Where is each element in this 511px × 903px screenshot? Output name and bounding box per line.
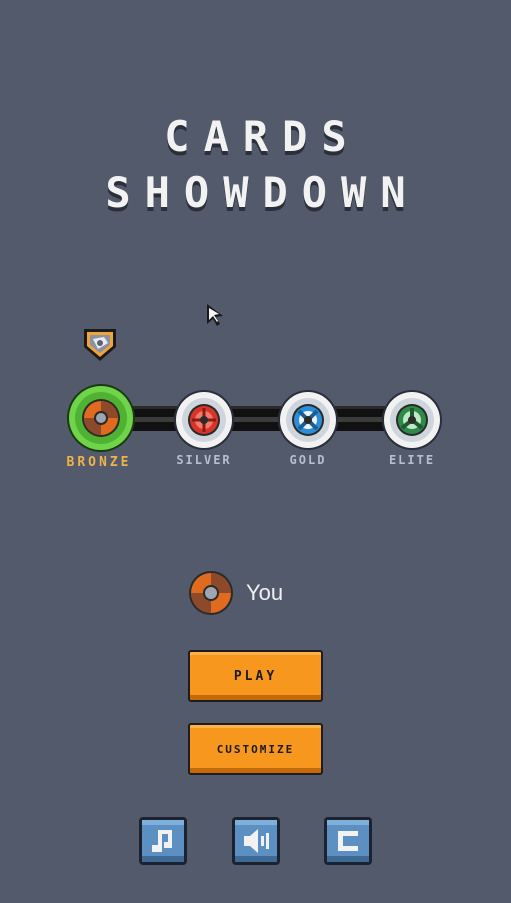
game-title-line-2: SHOWDOWN <box>105 168 420 217</box>
main-menu-screen: CARDS SHOWDOWN BRONZE SILVER GOLD ELITE … <box>0 0 511 903</box>
play-button[interactable]: PLAY <box>188 650 323 702</box>
credits-button[interactable] <box>321 814 375 868</box>
tier-bronze[interactable]: BRONZE <box>66 383 135 470</box>
tier-label-gold: GOLD <box>289 453 327 467</box>
tier-label-bronze: BRONZE <box>66 455 132 470</box>
gold-tier-icon <box>278 390 338 450</box>
music-toggle-button[interactable] <box>136 814 190 868</box>
player-avatar-icon <box>189 571 233 615</box>
elite-tier-icon <box>382 390 442 450</box>
bronze-tier-icon <box>67 384 135 452</box>
game-title-line-1: CARDS <box>164 112 361 161</box>
tier-label-elite: ELITE <box>388 453 436 467</box>
current-rank-badge-icon <box>84 329 116 361</box>
tier-elite[interactable]: ELITE <box>379 389 445 467</box>
silver-tier-icon <box>174 390 234 450</box>
rank-progress-track <box>100 406 410 431</box>
player-name: You <box>246 580 284 605</box>
tier-label-silver: SILVER <box>176 453 232 467</box>
sound-toggle-button[interactable] <box>229 814 283 868</box>
mouse-cursor-icon <box>207 304 223 326</box>
customize-button[interactable]: CUSTOMIZE <box>188 723 323 775</box>
tier-silver[interactable]: SILVER <box>171 389 237 467</box>
tier-gold[interactable]: GOLD <box>275 389 341 467</box>
player-info: You <box>188 570 283 616</box>
